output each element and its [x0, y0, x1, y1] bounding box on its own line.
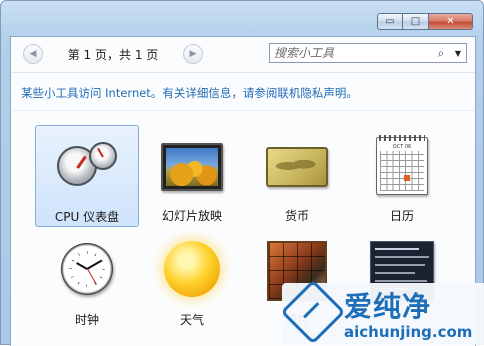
watermark-brand: 爱纯净 — [344, 290, 432, 323]
cpu-meter-icon — [55, 134, 119, 198]
close-icon: ✕ — [446, 16, 455, 27]
pager: ◀ 第 1 页，共 1 页 ▶ — [23, 43, 203, 65]
gadget-cpu-meter[interactable]: CPU 仪表盘 — [35, 125, 139, 227]
clock-icon — [55, 237, 119, 301]
calendar-icon: OCT 06 — [370, 133, 434, 197]
gadget-slideshow[interactable]: 幻灯片放映 — [140, 125, 244, 227]
maximize-button[interactable]: □ — [403, 13, 429, 30]
close-button[interactable]: ✕ — [429, 13, 473, 30]
watermark-logo-icon — [280, 279, 346, 345]
search-input[interactable] — [270, 45, 432, 61]
watermark-url: aichunjing.com — [344, 323, 473, 341]
chevron-left-icon: ◀ — [29, 49, 37, 59]
gadget-label: 天气 — [179, 313, 204, 327]
divider — [11, 72, 475, 73]
gadget-label: 货币 — [284, 209, 309, 223]
gadget-label: 幻灯片放映 — [161, 209, 222, 223]
gadget-label: 时钟 — [74, 313, 99, 327]
gadget-clock[interactable]: 时钟 — [35, 229, 139, 331]
watermark: 爱纯净 aichunjing.com — [280, 279, 484, 345]
gadget-label: 日历 — [389, 209, 414, 223]
gadget-currency[interactable]: 货币 — [245, 125, 349, 227]
minimize-icon: ▭ — [385, 16, 395, 27]
search-box: ⌕ ▼ — [269, 43, 467, 63]
currency-icon — [265, 133, 329, 197]
previous-page-button[interactable]: ◀ — [23, 44, 43, 64]
search-icon[interactable]: ⌕ — [432, 46, 450, 61]
window-controls: ▭ □ ✕ — [377, 13, 473, 33]
slideshow-icon — [160, 133, 224, 197]
chevron-down-icon[interactable]: ▼ — [450, 49, 466, 58]
calendar-month: OCT 06 — [392, 144, 412, 150]
divider — [11, 110, 475, 111]
weather-icon — [160, 237, 224, 301]
maximize-icon: □ — [410, 16, 421, 27]
minimize-button[interactable]: ▭ — [377, 13, 403, 30]
gadget-label: CPU 仪表盘 — [54, 210, 120, 224]
gadget-calendar[interactable]: OCT 06 日历 — [350, 125, 454, 227]
chevron-right-icon: ▶ — [189, 49, 197, 59]
page-indicator: 第 1 页，共 1 页 — [67, 47, 159, 62]
gadget-weather[interactable]: 天气 — [140, 229, 244, 331]
next-page-button[interactable]: ▶ — [183, 44, 203, 64]
privacy-notice-link[interactable]: 某些小工具访问 Internet。有关详细信息，请参阅联机隐私声明。 — [21, 85, 358, 101]
